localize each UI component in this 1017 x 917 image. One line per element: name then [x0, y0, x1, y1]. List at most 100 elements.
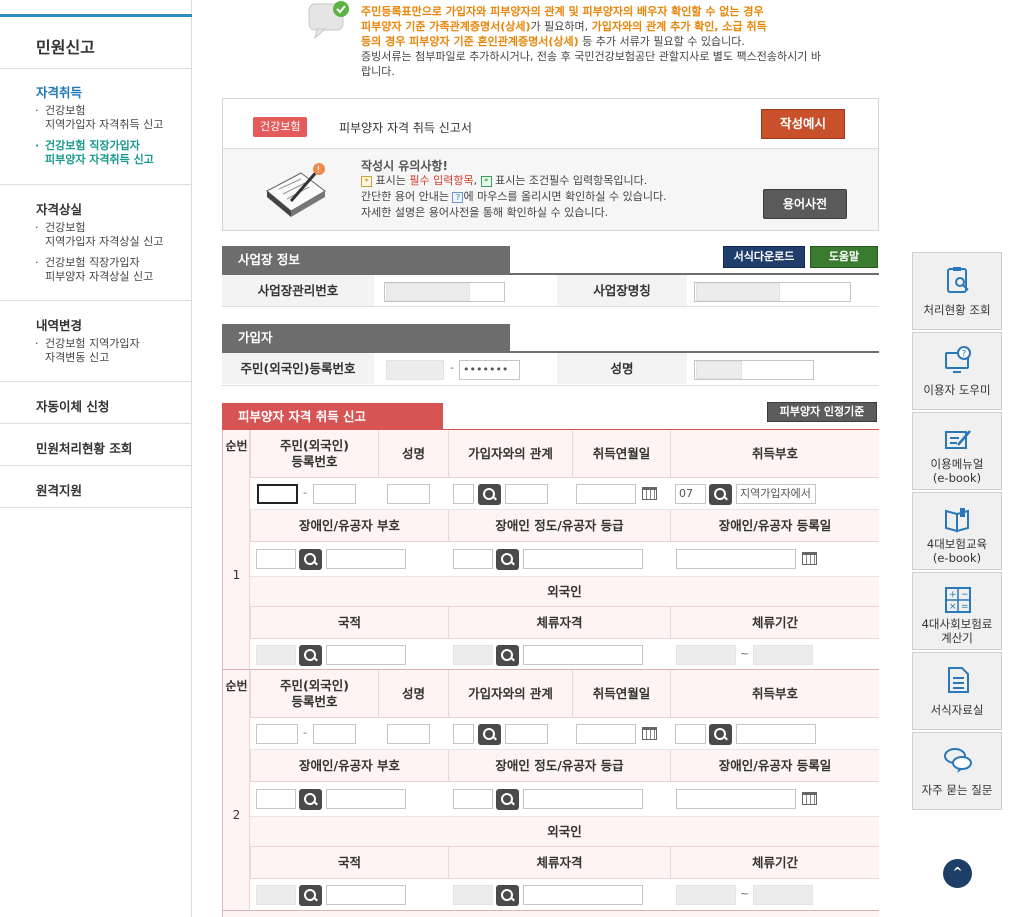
relation-name-field[interactable]	[505, 484, 548, 504]
search-icon[interactable]	[496, 645, 519, 666]
workplace-section-tab: 사업장 정보	[222, 246, 510, 274]
search-icon[interactable]	[496, 549, 519, 570]
search-icon[interactable]	[478, 724, 501, 745]
mgmt-no-label: 사업장관리번호	[222, 275, 374, 306]
foreigner-label: 외국인	[547, 823, 582, 839]
table-header-row: 주민(외국인) 등록번호 성명 가입자와의 관계 취득연월일 취득부호	[250, 430, 879, 478]
dictionary-button[interactable]: 용어사전	[763, 189, 847, 219]
speech-bubble-check-icon	[308, 1, 349, 40]
relation-name-field[interactable]	[505, 724, 548, 744]
col-header-num: 순번	[225, 439, 248, 453]
acquire-code-field[interactable]	[675, 724, 706, 744]
sidebar-divider	[0, 68, 192, 69]
svg-text:+: +	[949, 590, 957, 600]
sidebar-item-local-change[interactable]: 건강보험 지역가입자자격변동 신고	[35, 337, 140, 365]
left-sidebar: 민원신고 자격취득 건강보험지역가입자 자격취득 신고 건강보험 직장가입자피부…	[0, 0, 192, 917]
stay-name-field[interactable]	[523, 645, 643, 665]
calendar-icon[interactable]	[802, 792, 817, 805]
search-icon[interactable]	[299, 645, 322, 666]
sidebar-head-change[interactable]: 내역변경	[36, 315, 82, 334]
sidebar-item-dependent-lose[interactable]: 건강보험 직장가입자피부양자 자격상실 신고	[35, 256, 153, 284]
sidebar-item-local-acquire[interactable]: 건강보험지역가입자 자격취득 신고	[35, 104, 163, 132]
example-button[interactable]: 작성예시	[761, 109, 845, 139]
quick-menu-faq[interactable]: 자주 묻는 질문	[912, 732, 1002, 810]
calendar-icon[interactable]	[802, 552, 817, 565]
dependent-rrn-back-field[interactable]	[313, 484, 356, 504]
disabled-regdate-field[interactable]	[676, 549, 796, 569]
scroll-top-button[interactable]: ^	[943, 859, 972, 888]
calendar-icon[interactable]	[642, 487, 657, 500]
nation-code-field	[256, 645, 296, 665]
search-icon[interactable]	[496, 885, 519, 906]
disabled-grade-field[interactable]	[453, 549, 493, 569]
sidebar-head-acquire[interactable]: 자격취득	[36, 82, 82, 101]
acquire-date-field[interactable]	[576, 724, 636, 744]
search-icon[interactable]	[478, 484, 501, 505]
form-title: 피부양자 자격 취득 신고서	[339, 121, 472, 135]
sidebar-item-local-lose[interactable]: 건강보험지역가입자 자격상실 신고	[35, 221, 163, 249]
quick-menu-status[interactable]: 처리현황 조회	[912, 252, 1002, 330]
disabled-grade-field[interactable]	[453, 789, 493, 809]
dependent-table: 순번 1 주민(외국인) 등록번호 성명 가입자와의 관계 취득연월일 취득부호 …	[222, 430, 879, 917]
relation-code-field[interactable]	[453, 484, 474, 504]
calendar-icon[interactable]	[642, 727, 657, 740]
clipboard-search-icon	[947, 267, 969, 293]
sidebar-head-autopay[interactable]: 자동이체 신청	[36, 396, 109, 415]
search-icon[interactable]	[299, 549, 322, 570]
acquire-code-name-field[interactable]: 지역가입자에서	[736, 484, 816, 504]
disabled-regdate-field[interactable]	[676, 789, 796, 809]
foreigner-header-row: 외국인	[250, 577, 879, 607]
disabled-code-field[interactable]	[256, 549, 296, 569]
row-number: 1	[232, 568, 241, 582]
col-header-nation: 국적	[250, 607, 448, 638]
sidebar-head-status[interactable]: 민원처리현황 조회	[36, 438, 132, 457]
acquire-date-field[interactable]	[576, 484, 636, 504]
stay-name-field[interactable]	[523, 885, 643, 905]
search-icon[interactable]	[709, 484, 732, 505]
disabled-code-field[interactable]	[256, 789, 296, 809]
search-icon[interactable]	[709, 724, 732, 745]
dependent-criteria-button[interactable]: 피부양자 인정기준	[767, 402, 877, 422]
dependent-rrn-back-field[interactable]	[313, 724, 356, 744]
help-button[interactable]: 도움말	[810, 246, 878, 268]
sidebar-divider	[0, 507, 192, 508]
stay-code-field	[453, 885, 493, 905]
dependent-name-field[interactable]	[387, 484, 430, 504]
col-header-stay: 체류자격	[448, 847, 670, 878]
sidebar-item-dependent-acquire[interactable]: 건강보험 직장가입자피부양자 자격취득 신고	[35, 139, 154, 167]
quick-menu-education[interactable]: 4대보험교육 (e-book)	[912, 492, 1002, 570]
col-header-date: 취득연월일	[572, 430, 670, 477]
form-download-button[interactable]: 서식다운로드	[723, 246, 805, 268]
subscriber-rrn-back-field[interactable]: •••••••	[459, 360, 520, 380]
search-icon[interactable]	[299, 789, 322, 810]
disabled-code-name-field[interactable]	[326, 789, 406, 809]
quick-menu-forms[interactable]: 서식자료실	[912, 652, 1002, 730]
svg-text:?: ?	[962, 350, 967, 360]
svg-text:=: =	[961, 602, 969, 612]
disabled-grade-name-field[interactable]	[523, 549, 643, 569]
nation-name-field[interactable]	[326, 885, 406, 905]
sidebar-head-lose[interactable]: 자격상실	[36, 199, 82, 218]
quick-menu-user-help[interactable]: ? 이용자 도우미	[912, 332, 1002, 410]
col-header-num: 순번	[225, 679, 248, 693]
subscriber-section-tab: 가입자	[222, 324, 510, 352]
quick-menu-manual[interactable]: 이용메뉴얼 (e-book)	[912, 412, 1002, 490]
disabled-code-name-field[interactable]	[326, 549, 406, 569]
dependent-name-field[interactable]	[387, 724, 430, 744]
dependent-rrn-front-field[interactable]	[256, 724, 298, 744]
sidebar-head-remote[interactable]: 원격지원	[36, 480, 82, 499]
nation-name-field[interactable]	[326, 645, 406, 665]
search-icon[interactable]	[299, 885, 322, 906]
disabled-grade-name-field[interactable]	[523, 789, 643, 809]
relation-code-field[interactable]	[453, 724, 474, 744]
acquire-code-field[interactable]: 07	[675, 484, 706, 504]
quick-menu-calculator[interactable]: + − × = 4대사회보험료 계산기	[912, 572, 1002, 650]
col-header-name: 성명	[378, 670, 448, 717]
stay-period-start-field	[676, 885, 736, 905]
dependent-rrn-front-field[interactable]	[257, 484, 298, 504]
search-icon[interactable]	[496, 789, 519, 810]
sidebar-divider	[0, 423, 192, 424]
nation-code-field	[256, 885, 296, 905]
col-header-code: 취득부호	[670, 670, 879, 717]
acquire-code-name-field[interactable]	[736, 724, 816, 744]
